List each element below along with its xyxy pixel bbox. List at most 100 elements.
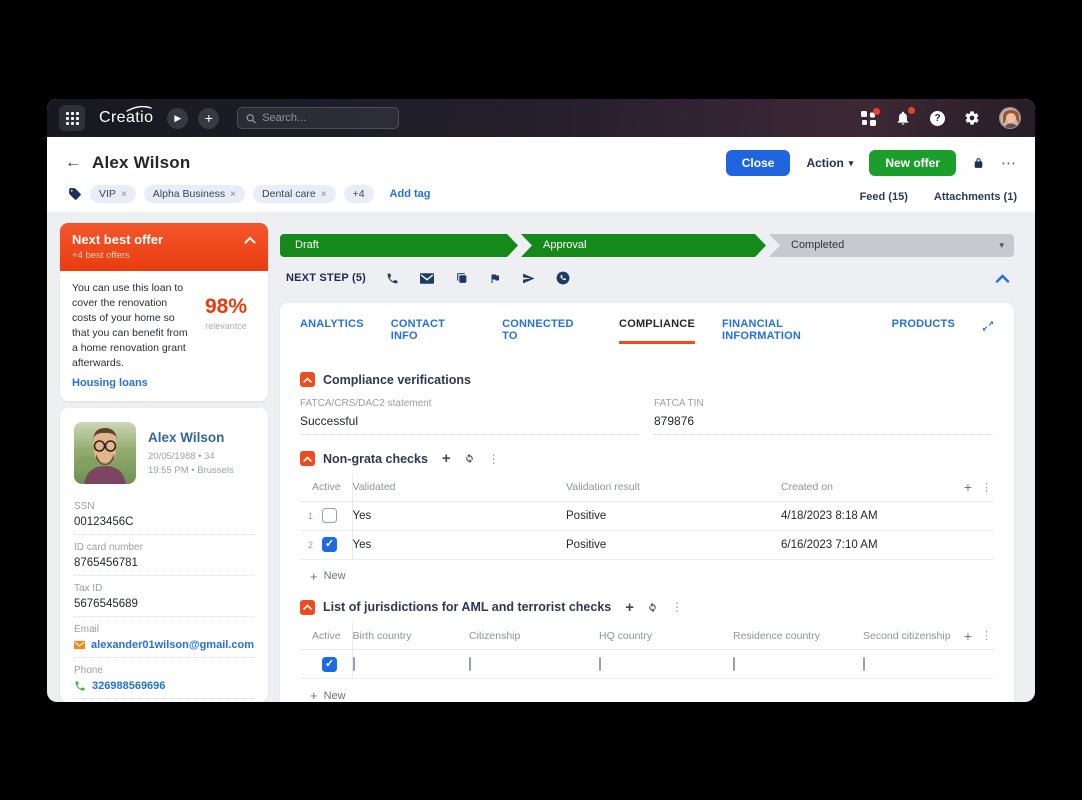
cell-created-on[interactable]: 4/18/2023 8:18 AM — [781, 501, 952, 530]
grid-menu-button[interactable]: ⋮ — [981, 481, 992, 494]
copy-button[interactable] — [455, 272, 468, 285]
app-menu-button[interactable] — [59, 105, 85, 131]
column-header-birth-country[interactable]: Birth country — [352, 623, 469, 650]
add-record-button[interactable]: + — [442, 451, 451, 466]
add-tag-button[interactable]: Add tag — [390, 188, 431, 200]
collapse-section-icon[interactable] — [300, 600, 315, 615]
remove-tag-icon[interactable]: × — [321, 189, 327, 200]
collapse-section-icon[interactable] — [300, 372, 315, 387]
active-checkbox[interactable] — [322, 657, 337, 672]
field-value[interactable]: 8765456781 — [74, 557, 254, 569]
table-row[interactable] — [300, 650, 994, 679]
active-checkbox[interactable] — [322, 508, 337, 523]
user-avatar[interactable] — [999, 107, 1021, 129]
new-record-button[interactable]: + New — [310, 688, 994, 702]
column-header-citizenship[interactable]: Citizenship — [469, 623, 599, 650]
field-value[interactable]: 5676545689 — [74, 598, 254, 610]
whatsapp-button[interactable] — [556, 271, 570, 285]
field-value[interactable]: 00123456C — [74, 516, 254, 528]
tag-pill[interactable]: Dental care× — [253, 185, 336, 203]
tag-pill[interactable]: VIP× — [90, 185, 136, 203]
refresh-icon[interactable] — [646, 601, 659, 614]
tab-connected-to[interactable]: CONNECTED TO — [502, 318, 592, 356]
add-column-button[interactable]: + — [964, 628, 972, 644]
quick-add-button[interactable]: + — [198, 108, 219, 129]
field-value[interactable]: 879876 — [654, 414, 994, 435]
offer-link[interactable]: Housing loans — [72, 377, 190, 389]
caret-down-icon[interactable]: ▾ — [999, 234, 1004, 257]
column-header-validated[interactable]: Validated — [352, 474, 566, 501]
telegram-button[interactable] — [522, 272, 535, 285]
tags-overflow-pill[interactable]: +4 — [344, 185, 374, 203]
email-button[interactable] — [420, 273, 434, 284]
flag-button[interactable] — [489, 272, 501, 285]
tab-products[interactable]: PRODUCTS — [892, 318, 955, 344]
global-search[interactable] — [237, 107, 399, 129]
contact-photo[interactable] — [74, 422, 136, 484]
feed-link[interactable]: Feed (15) — [860, 191, 908, 203]
run-process-button[interactable]: ▶ — [167, 108, 188, 129]
cell-created-on[interactable]: 6/16/2023 7:10 AM — [781, 530, 952, 559]
stage-completed[interactable]: Completed ▾ — [769, 234, 1014, 257]
second-citizenship-checkbox[interactable] — [863, 657, 865, 671]
column-header-active[interactable]: Active — [300, 474, 352, 501]
chevron-up-icon[interactable] — [244, 236, 256, 244]
refresh-icon[interactable] — [463, 452, 476, 465]
section-menu-button[interactable]: ⋮ — [488, 452, 500, 466]
cell-validated[interactable]: Yes — [352, 501, 566, 530]
back-button[interactable]: ← — [65, 154, 81, 172]
remove-tag-icon[interactable]: × — [230, 189, 236, 200]
workplaces-button[interactable] — [861, 111, 876, 126]
phone-link[interactable]: 326988569696 — [92, 680, 165, 692]
lock-icon[interactable] — [972, 157, 985, 170]
notifications-button[interactable] — [895, 110, 911, 126]
residence-country-checkbox[interactable] — [733, 657, 735, 671]
more-options-button[interactable]: ⋯ — [1001, 154, 1017, 172]
collapse-section-icon[interactable] — [300, 451, 315, 466]
cell-validation-result[interactable]: Positive — [566, 501, 781, 530]
column-header-residence-country[interactable]: Residence country — [733, 623, 863, 650]
new-record-button[interactable]: + New — [310, 569, 994, 584]
column-header-validation-result[interactable]: Validation result — [566, 474, 781, 501]
table-row[interactable]: 1 Yes Positive 4/18/2023 8:18 AM — [300, 501, 994, 530]
column-header-hq-country[interactable]: HQ country — [599, 623, 733, 650]
column-header-created-on[interactable]: Created on — [781, 474, 952, 501]
email-link[interactable]: alexander01wilson@gmail.com — [91, 639, 254, 651]
grid-menu-button[interactable]: ⋮ — [981, 629, 992, 642]
birth-country-checkbox[interactable] — [353, 657, 355, 671]
tab-compliance[interactable]: COMPLIANCE — [619, 318, 695, 344]
column-header-second-citizenship[interactable]: Second citizenship — [863, 623, 952, 650]
cell-validated[interactable]: Yes — [352, 530, 566, 559]
field-value[interactable]: Successful — [300, 414, 640, 435]
add-record-button[interactable]: + — [625, 600, 634, 615]
column-header-active[interactable]: Active — [300, 623, 352, 650]
tab-analytics[interactable]: ANALYTICS — [300, 318, 364, 344]
cell-validation-result[interactable]: Positive — [566, 530, 781, 559]
settings-button[interactable] — [964, 110, 980, 126]
help-button[interactable]: ? — [930, 111, 945, 126]
field-id-card: ID card number 8765456781 — [74, 535, 254, 576]
expand-fullscreen-button[interactable] — [982, 318, 994, 332]
remove-tag-icon[interactable]: × — [121, 189, 127, 200]
search-input[interactable] — [262, 112, 390, 124]
action-dropdown[interactable]: Action ▾ — [806, 156, 853, 170]
main-area: Draft Approval Completed ▾ NEXT STEP (5) — [280, 223, 1026, 702]
page-title: Alex Wilson — [92, 153, 190, 173]
tag-pill[interactable]: Alpha Business× — [144, 185, 245, 203]
close-button[interactable]: Close — [726, 150, 791, 176]
attachments-link[interactable]: Attachments (1) — [934, 191, 1017, 203]
stage-draft[interactable]: Draft — [280, 234, 518, 257]
new-offer-button[interactable]: New offer — [869, 150, 956, 176]
collapse-panel-button[interactable] — [995, 274, 1010, 283]
next-best-offer-body: You can use this loan to cover the renov… — [60, 271, 268, 401]
stage-approval[interactable]: Approval — [521, 234, 766, 257]
add-column-button[interactable]: + — [964, 479, 972, 495]
active-checkbox[interactable] — [322, 537, 337, 552]
section-menu-button[interactable]: ⋮ — [671, 600, 683, 614]
tab-financial-information[interactable]: FINANCIAL INFORMATION — [722, 318, 865, 356]
citizenship-checkbox[interactable] — [469, 657, 471, 671]
call-button[interactable] — [386, 272, 399, 285]
table-row[interactable]: 2 Yes Positive 6/16/2023 7:10 AM — [300, 530, 994, 559]
hq-country-checkbox[interactable] — [599, 657, 601, 671]
tab-contact-info[interactable]: CONTACT INFO — [391, 318, 475, 356]
